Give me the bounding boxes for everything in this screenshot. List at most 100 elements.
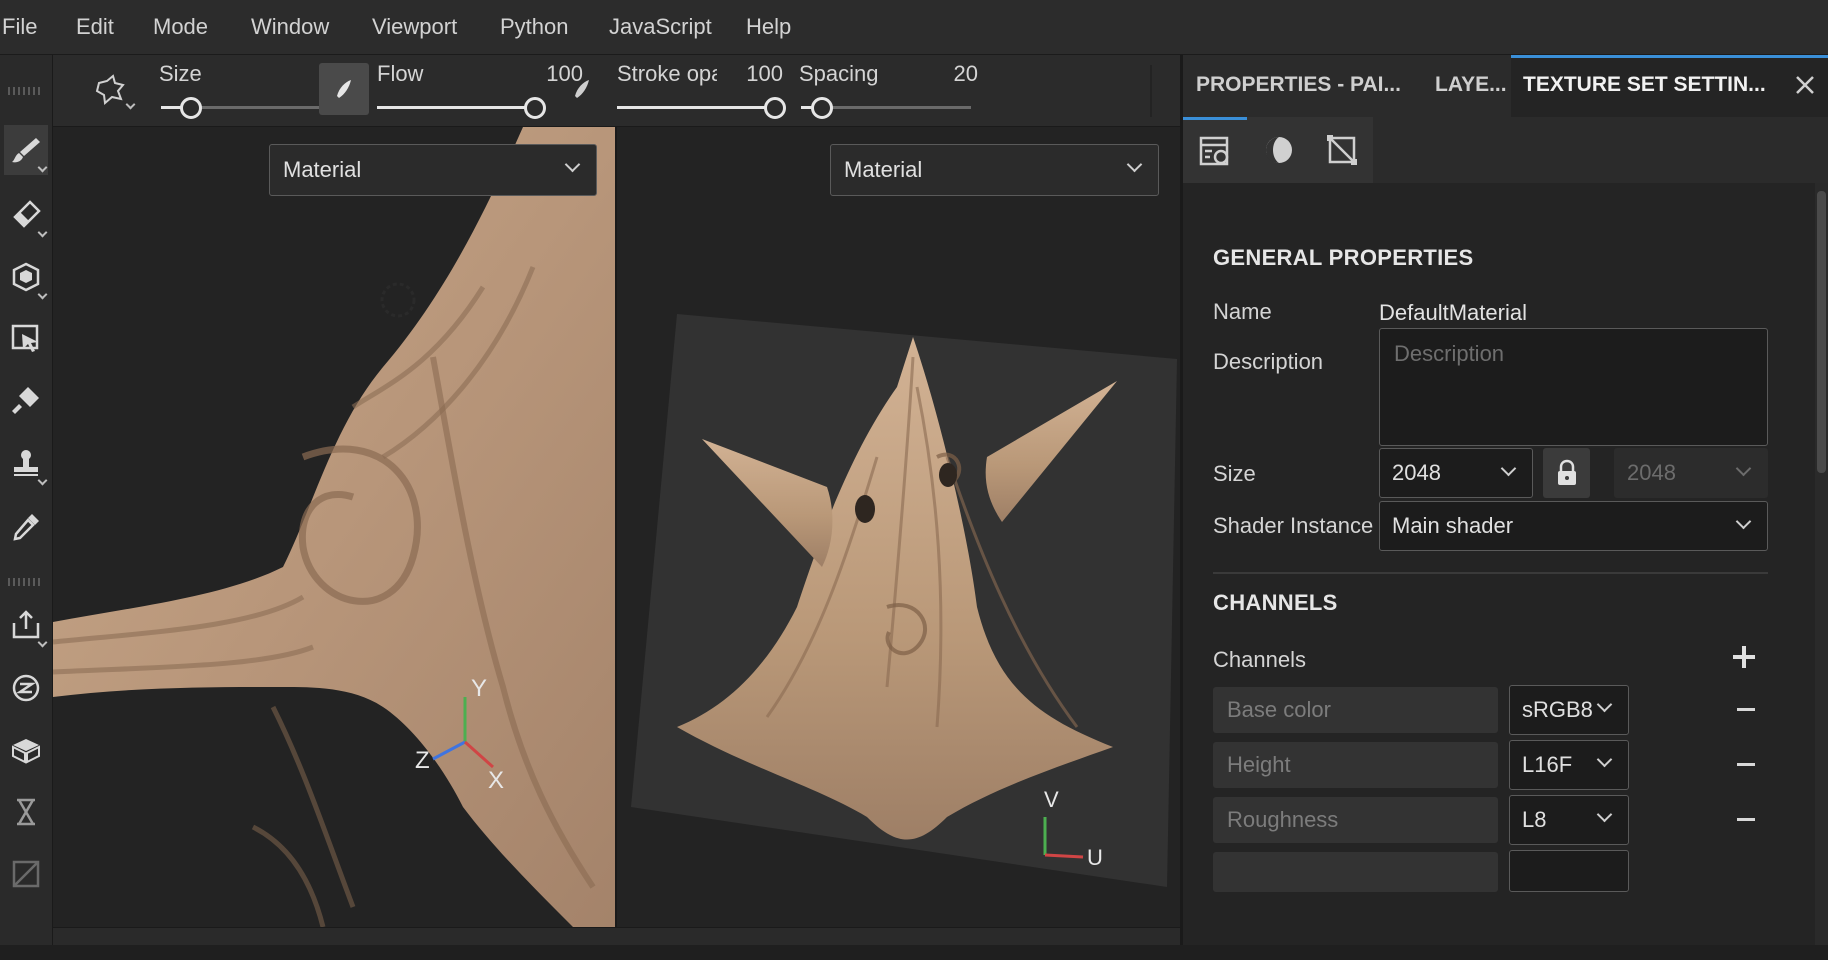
shader-instance-dropdown[interactable]: Main shader — [1379, 501, 1768, 551]
channels-title: CHANNELS — [1213, 590, 1338, 615]
eraser-tool[interactable] — [4, 190, 48, 240]
size-lock-button[interactable] — [1543, 448, 1590, 498]
channel-format-dropdown[interactable]: sRGB8 — [1509, 685, 1629, 735]
tab-layers[interactable]: LAYE... — [1435, 73, 1507, 97]
stroke-opacity-slider[interactable] — [617, 106, 777, 109]
viewport-3d[interactable]: V U Material — [617, 127, 1177, 927]
tab-texture-set-settings[interactable]: TEXTURE SET SETTIN... — [1523, 73, 1766, 97]
chevron-down-icon — [1126, 156, 1143, 173]
flow-slider-handle[interactable] — [524, 97, 546, 119]
chevron-down-icon — [1735, 460, 1752, 477]
timeline-tool[interactable] — [4, 787, 48, 837]
chevron-down-icon — [1735, 513, 1752, 530]
picker-tool[interactable] — [4, 502, 48, 552]
panel-scrollbar-thumb[interactable] — [1817, 191, 1826, 473]
flow-slider[interactable] — [377, 106, 537, 109]
brush-preset-button[interactable] — [83, 63, 138, 118]
name-value[interactable]: DefaultMaterial — [1379, 300, 1527, 326]
menu-window[interactable]: Window — [251, 14, 329, 40]
menu-help[interactable]: Help — [746, 14, 791, 40]
size-dropdown[interactable]: 2048 — [1379, 448, 1533, 498]
channel-format-dropdown[interactable]: L16F — [1509, 740, 1629, 790]
projection-tool[interactable] — [4, 252, 48, 302]
remove-channel-button[interactable] — [1737, 818, 1755, 821]
size-slider-handle[interactable] — [180, 97, 202, 119]
general-properties-title: GENERAL PROPERTIES — [1213, 245, 1474, 270]
subtab-shader[interactable] — [1247, 117, 1311, 183]
channel-format-dropdown[interactable] — [1509, 850, 1629, 892]
menu-python[interactable]: Python — [500, 14, 569, 40]
toolbar-grip[interactable] — [8, 87, 42, 95]
chevron-down-icon — [37, 289, 48, 300]
menu-mode[interactable]: Mode — [153, 14, 208, 40]
flow-label: Flow — [377, 61, 424, 86]
toolbar-grip[interactable] — [8, 578, 42, 586]
shader-instance-label: Shader Instance — [1213, 513, 1374, 538]
viewport-3d-channel-dropdown[interactable]: Material — [830, 144, 1159, 196]
clone-tool[interactable] — [4, 438, 48, 488]
pen-pressure-icon — [337, 80, 351, 98]
size-label: Size — [1213, 461, 1256, 486]
model-3d-view — [631, 314, 1177, 887]
channel-name-field: Roughness — [1213, 797, 1498, 843]
tool-settings-bar: Size 2.09 Flow 100 Stroke opac 100 Spaci… — [53, 55, 1180, 127]
description-placeholder: Description — [1394, 341, 1505, 366]
subtab-settings[interactable] — [1183, 117, 1247, 183]
paint-tool[interactable] — [4, 125, 48, 175]
channel-name-field: Height — [1213, 742, 1498, 788]
shader-sphere-icon — [1266, 137, 1292, 163]
close-icon[interactable] — [1792, 72, 1818, 98]
axis-x-label: X — [488, 767, 505, 794]
menu-viewport[interactable]: Viewport — [372, 14, 457, 40]
remove-channel-button[interactable] — [1737, 763, 1755, 766]
add-channel-button[interactable] — [1733, 646, 1755, 668]
menu-javascript[interactable]: JavaScript — [609, 14, 712, 40]
spacing-value[interactable]: 20 — [908, 61, 978, 87]
size-dropdown-locked-value: 2048 — [1627, 460, 1676, 485]
remove-channel-button[interactable] — [1737, 708, 1755, 711]
tab-properties[interactable]: PROPERTIES - PAI... — [1196, 73, 1401, 97]
chevron-down-icon — [37, 162, 48, 173]
shader-instance-value: Main shader — [1392, 513, 1514, 538]
viewport-2d-channel-dropdown[interactable]: Material — [269, 144, 597, 196]
stroke-opacity-value[interactable]: 100 — [723, 61, 783, 87]
disabled-tool[interactable] — [4, 849, 48, 899]
menu-file[interactable]: File — [2, 14, 37, 40]
pen-pressure-icon — [575, 80, 589, 98]
subtab-mesh-maps[interactable] — [1311, 117, 1373, 183]
size-dropdown-value: 2048 — [1392, 460, 1441, 485]
uv-mesh-icon — [1327, 135, 1357, 165]
chevron-down-icon — [1596, 806, 1613, 823]
viewport-3d-channel-value: Material — [844, 157, 923, 182]
spacing-slider-handle[interactable] — [811, 97, 833, 119]
chevron-down-icon — [1596, 751, 1613, 768]
stroke-opacity-slider-handle[interactable] — [764, 97, 786, 119]
size-label: Size — [159, 61, 202, 86]
timeline-icon — [17, 798, 35, 826]
polygon-fill-tool[interactable] — [4, 313, 48, 363]
export-icon — [12, 610, 40, 639]
spacing-label: Spacing — [799, 61, 879, 86]
menu-edit[interactable]: Edit — [76, 14, 114, 40]
channel-name: Roughness — [1227, 807, 1339, 832]
channel-format-value: L8 — [1522, 807, 1547, 832]
export-tool[interactable] — [4, 600, 48, 650]
smudge-tool[interactable] — [4, 375, 48, 425]
clone-stamp-icon — [14, 450, 38, 476]
baking-tool[interactable] — [4, 663, 48, 713]
viewport-2d[interactable]: Y Z X Material — [53, 127, 615, 927]
axis-v-label: V — [1044, 787, 1059, 812]
smudge-icon — [12, 387, 39, 414]
description-field[interactable]: Description — [1379, 328, 1768, 446]
flow-pen-pressure-button[interactable] — [319, 63, 369, 115]
stroke-pen-pressure-button[interactable] — [557, 63, 607, 115]
color-picker-icon — [13, 514, 39, 541]
description-label: Description — [1213, 349, 1324, 374]
lock-icon — [1557, 459, 1576, 485]
chevron-down-icon — [1596, 696, 1613, 713]
panel-scrollbar[interactable] — [1815, 183, 1828, 945]
display-settings-tool[interactable] — [4, 725, 48, 775]
channel-format-dropdown[interactable]: L8 — [1509, 795, 1629, 845]
chevron-down-icon — [37, 637, 48, 648]
paint-brush-icon — [12, 138, 40, 163]
